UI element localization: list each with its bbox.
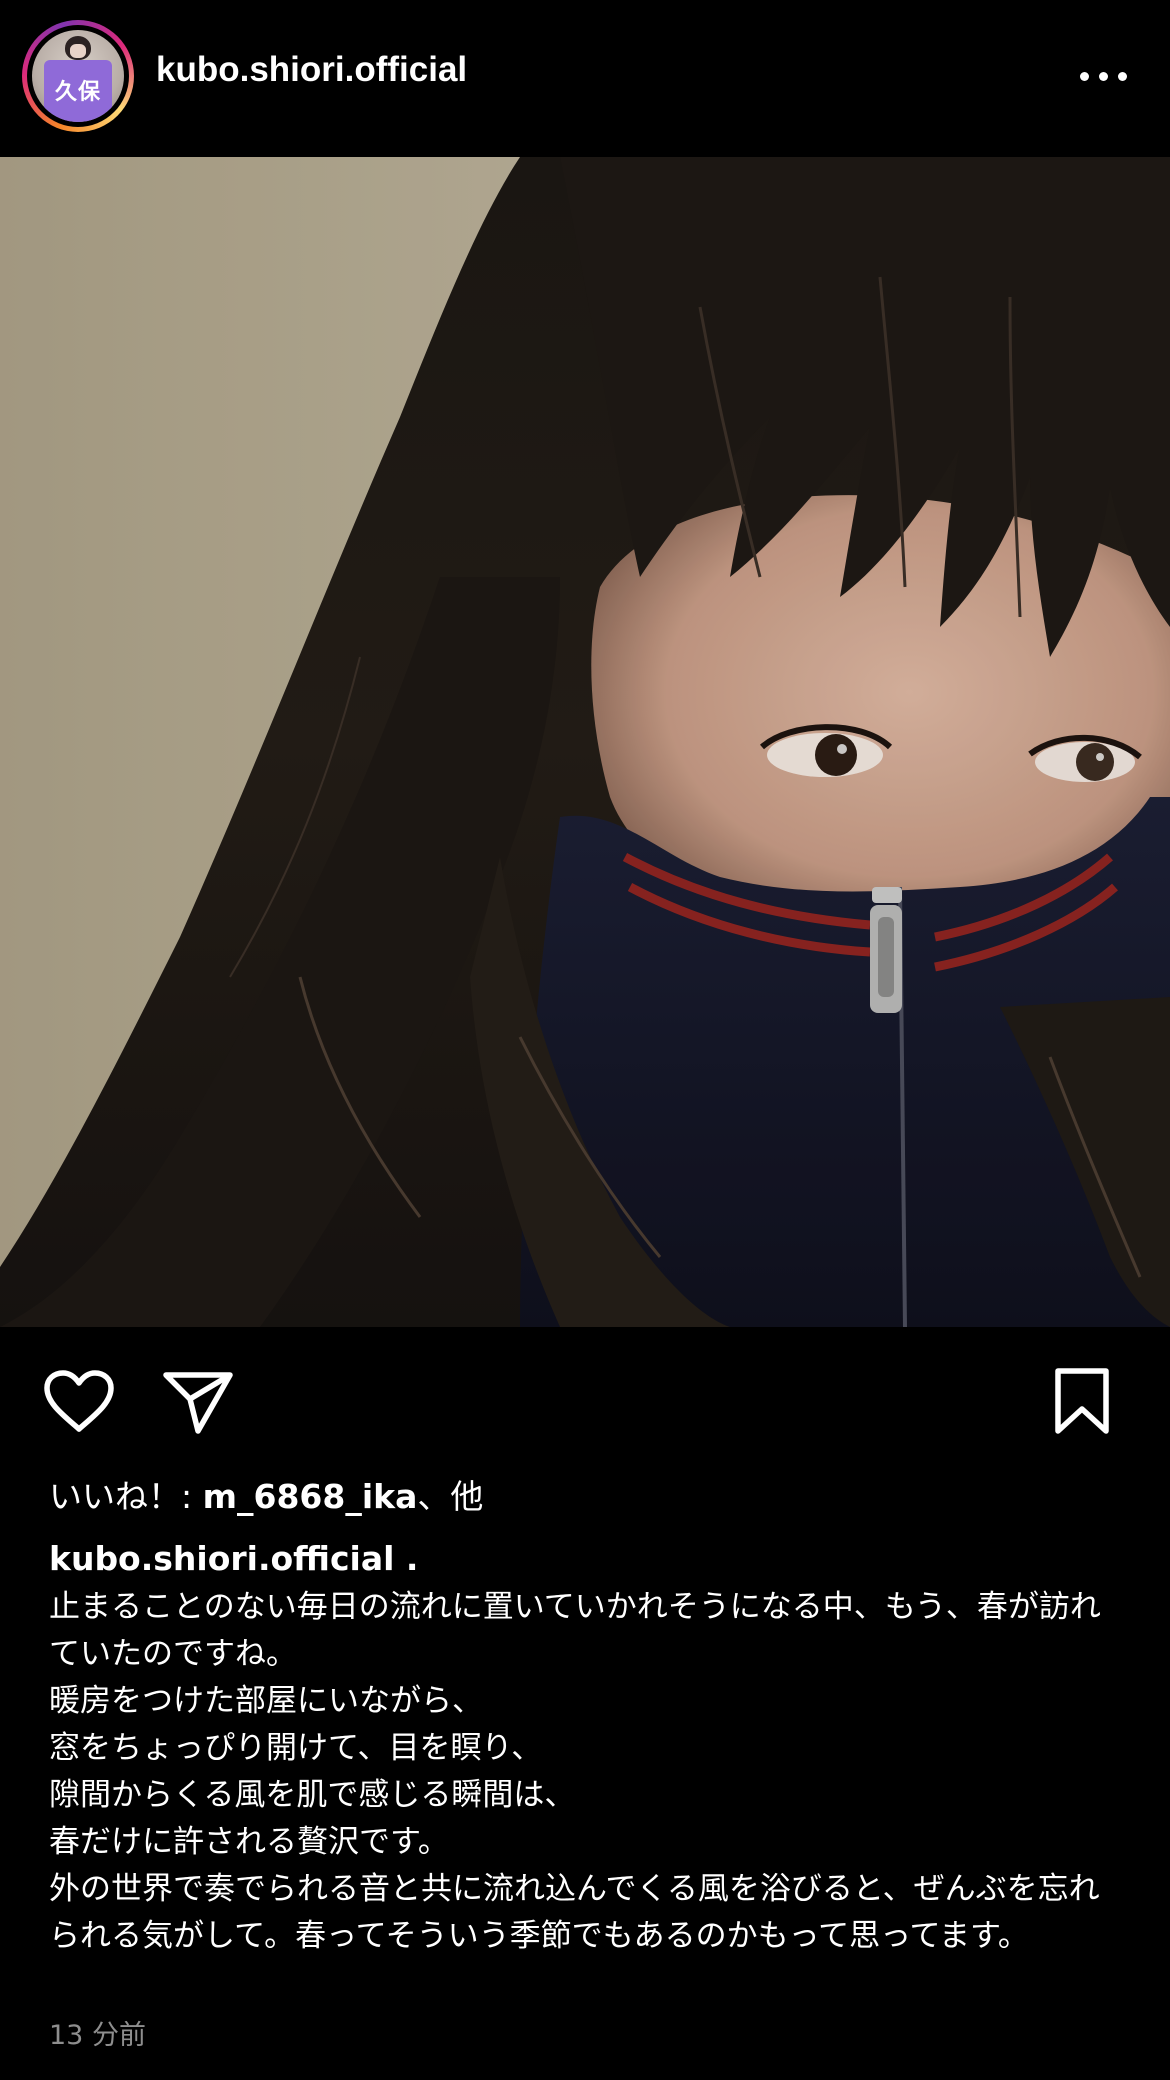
caption-paragraph: 止まることのない毎日の流れに置いていかれそうになる中、もう、春が訪れていたのです… bbox=[49, 1589, 1101, 1672]
send-icon[interactable] bbox=[162, 1369, 234, 1435]
more-horizontal-icon bbox=[1080, 72, 1089, 81]
caption-paragraph: 外の世界で奏でられる音と共に流れ込んでくる風を浴びると、ぜんぶを忘れられる気がし… bbox=[49, 1871, 1100, 1954]
post-photo[interactable] bbox=[0, 157, 1170, 1327]
bookmark-icon[interactable] bbox=[1052, 1367, 1112, 1437]
avatar-shirt-text: 久保 bbox=[54, 80, 101, 105]
caption-paragraph: 窓をちょっぴり開けて、目を瞑り、 bbox=[49, 1730, 543, 1766]
more-options-button[interactable] bbox=[1078, 54, 1130, 98]
post-photo-image bbox=[0, 157, 1170, 1327]
caption-header: kubo.shiori.official . bbox=[49, 1535, 1129, 1584]
avatar[interactable]: 久保 bbox=[32, 30, 124, 122]
post-username[interactable]: kubo.shiori.official bbox=[156, 50, 467, 90]
post-timestamp: 13 分前 bbox=[49, 2020, 146, 2051]
caption: kubo.shiori.official . 止まることのない毎日の流れに置いて… bbox=[49, 1535, 1129, 1960]
action-bar bbox=[0, 1327, 1170, 1477]
caption-paragraph: 隙間からくる風を肌で感じる瞬間は、 bbox=[49, 1777, 576, 1813]
avatar-face bbox=[70, 44, 86, 58]
heart-icon[interactable] bbox=[43, 1369, 115, 1433]
caption-paragraph: 春だけに許される贅沢です。 bbox=[49, 1824, 449, 1860]
more-horizontal-icon bbox=[1099, 72, 1108, 81]
story-ring[interactable]: 久保 bbox=[22, 20, 134, 132]
caption-paragraph: 暖房をつけた部屋にいながら、 bbox=[49, 1683, 483, 1719]
caption-username[interactable]: kubo.shiori.official bbox=[49, 1539, 394, 1578]
avatar-gap: 久保 bbox=[27, 25, 129, 127]
more-horizontal-icon bbox=[1118, 72, 1127, 81]
likes-suffix: 、他 bbox=[417, 1477, 484, 1516]
likes-user[interactable]: m_6868_ika bbox=[203, 1477, 418, 1516]
post-header: 久保 kubo.shiori.official bbox=[0, 0, 1170, 157]
likes-summary[interactable]: いいね！: m_6868_ika、他 bbox=[49, 1470, 483, 1518]
caption-username-suffix: . bbox=[394, 1539, 419, 1578]
likes-prefix: いいね！: bbox=[49, 1477, 203, 1516]
avatar-shirt: 久保 bbox=[44, 60, 112, 122]
